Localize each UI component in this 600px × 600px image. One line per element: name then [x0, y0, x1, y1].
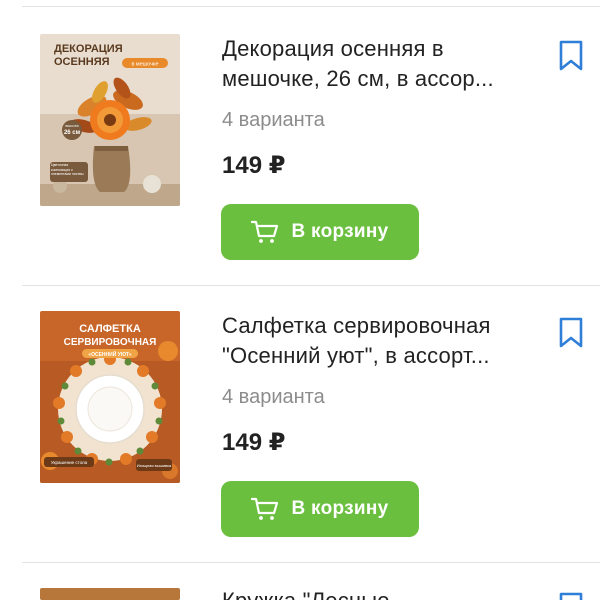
add-to-cart-button[interactable]: В корзину [221, 481, 419, 537]
product-price: 149 ₽ [222, 152, 286, 179]
product-card[interactable]: Кружка "Лесные... [0, 588, 600, 600]
product-variants: 4 варианта [222, 386, 325, 408]
add-to-cart-button[interactable]: В корзину [221, 204, 419, 260]
product-image[interactable]: САЛФЕТКА СЕРВИРОВОЧНАЯ «ОСЕННИЙ УЮТ» Укр… [40, 311, 180, 483]
product-price: 149 ₽ [222, 429, 286, 456]
image-heading-line1: САЛФЕТКА [79, 323, 141, 335]
product-image[interactable]: ДЕКОРАЦИЯ ОСЕННЯЯ в мешочке высота 26 см… [40, 34, 180, 206]
image-heading-line2: ОСЕННЯЯ [54, 56, 110, 68]
cart-icon [251, 497, 279, 521]
add-to-cart-label: В корзину [291, 221, 389, 242]
image-heading-line1: ДЕКОРАЦИЯ [54, 43, 123, 55]
product-variants: 4 варианта [222, 109, 325, 131]
product-card[interactable]: САЛФЕТКА СЕРВИРОВОЧНАЯ «ОСЕННИЙ УЮТ» Укр… [0, 311, 600, 571]
image-size-top: высота [65, 123, 79, 128]
image-badge-left: Украшение стола [51, 460, 88, 465]
image-caption: Цветочная композиция с элементами листвы [51, 163, 84, 176]
cart-icon [251, 220, 279, 244]
image-tag: «ОСЕННИЙ УЮТ» [88, 350, 132, 358]
bookmark-icon[interactable] [558, 40, 584, 72]
add-to-cart-label: В корзину [291, 498, 389, 519]
product-image[interactable] [40, 588, 180, 600]
divider [22, 6, 600, 7]
bookmark-icon[interactable] [558, 317, 584, 349]
image-size-value: 26 см [64, 130, 81, 136]
product-title[interactable]: Салфетка сервировочная "Осенний уют", в … [222, 311, 542, 371]
product-title[interactable]: Декорация осенняя в мешочке, 26 см, в ас… [222, 34, 542, 94]
divider [22, 285, 600, 286]
product-title[interactable]: Кружка "Лесные... [222, 586, 542, 600]
image-heading-line2: СЕРВИРОВОЧНАЯ [64, 337, 157, 348]
divider [22, 562, 600, 563]
image-tag: в мешочке [131, 62, 158, 68]
bookmark-icon[interactable] [558, 592, 584, 600]
image-badge-right: Изящная вышивка [137, 463, 172, 468]
product-card[interactable]: ДЕКОРАЦИЯ ОСЕННЯЯ в мешочке высота 26 см… [0, 34, 600, 294]
